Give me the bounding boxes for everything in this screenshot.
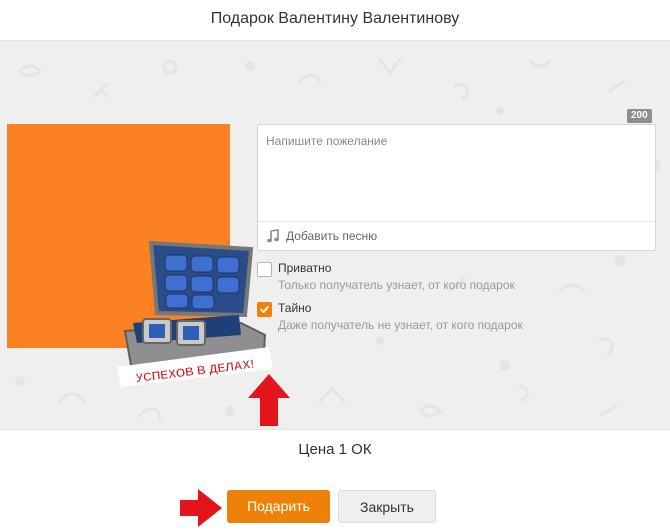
checkmark-icon <box>260 306 269 313</box>
secret-hint: Даже получатель не узнает, от кого подар… <box>278 318 523 332</box>
gift-button[interactable]: Подарить <box>227 490 330 523</box>
private-hint: Только получатель узнает, от кого подаро… <box>278 278 515 292</box>
wish-divider <box>258 221 655 222</box>
close-button[interactable]: Закрыть <box>338 490 436 523</box>
add-song-button[interactable]: Добавить песню <box>266 226 377 246</box>
wish-box: Добавить песню <box>257 124 656 251</box>
price-label: Цена 1 ОК <box>298 441 372 458</box>
gift-sticker-image: УСПЕХОВ В ДЕЛАХ! <box>117 240 273 387</box>
secret-label: Тайно <box>278 301 312 315</box>
private-checkbox[interactable] <box>257 262 272 277</box>
music-note-icon <box>267 229 279 243</box>
secret-checkbox[interactable] <box>257 302 272 317</box>
wish-input[interactable] <box>258 125 655 221</box>
private-label: Приватно <box>278 261 332 275</box>
gift-area: УСПЕХОВ В ДЕЛАХ! 200 Добавить песню Прив… <box>0 40 670 430</box>
dialog-title: Подарок Валентину Валентинову <box>210 10 460 27</box>
add-song-label: Добавить песню <box>286 229 378 243</box>
char-counter-badge: 200 <box>627 109 652 123</box>
annotation-arrow-right-icon <box>180 489 222 527</box>
annotation-arrow-up-icon <box>248 374 290 426</box>
